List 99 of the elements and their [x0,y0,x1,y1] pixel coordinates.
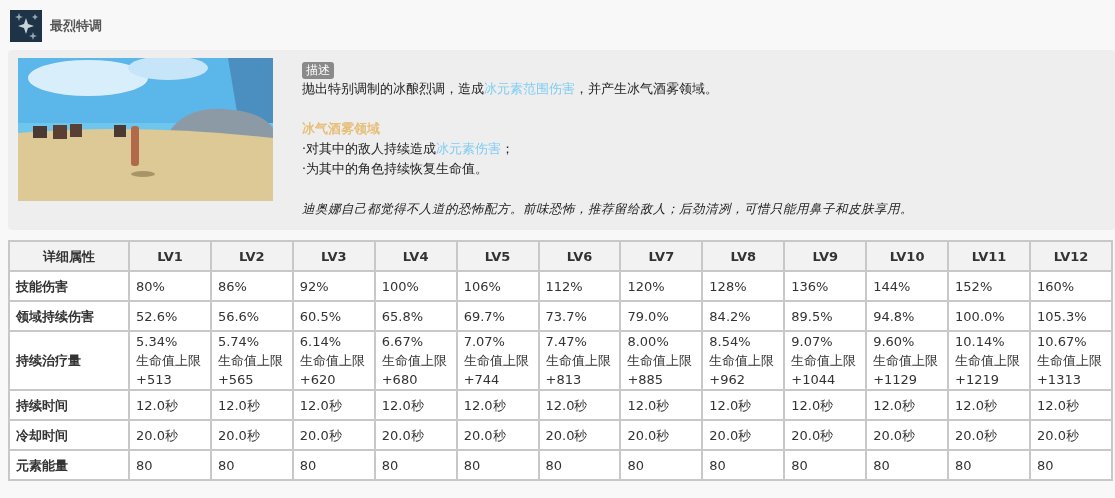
table-cell: 106% [456,271,539,301]
table-cell: 20.0秒 [784,420,867,450]
table-cell: 65.8% [374,301,457,331]
column-header: LV6 [538,241,621,271]
table-cell: 80 [292,450,375,480]
column-header: LV11 [948,241,1030,271]
table-cell: 80 [456,450,539,480]
table-cell: 8.00% 生命值上限 +885 [620,331,703,390]
table-cell: 80 [948,450,1030,480]
column-header: LV12 [1029,241,1112,271]
table-cell: 144% [866,271,949,301]
table-cell: 86% [210,271,293,301]
row-label: 元素能量 [9,450,129,480]
section-heading: 冰气酒雾领域 [302,120,381,138]
table-cell: 60.5% [292,301,375,331]
table-cell: 7.47% 生命值上限 +813 [538,331,621,390]
table-cell: 10.14% 生命值上限 +1219 [948,331,1030,390]
description-line: ·为其中的角色持续恢复生命值。 [302,160,489,178]
table-cell: 120% [620,271,703,301]
table-cell: 9.60% 生命值上限 +1129 [866,331,949,390]
table-cell: 20.0秒 [620,420,703,450]
description-tag: 描述 [302,62,334,79]
table-cell: 69.7% [456,301,539,331]
table-cell: 12.0秒 [210,390,293,420]
table-cell: 80 [374,450,457,480]
column-header: LV1 [129,241,211,271]
table-cell: 160% [1029,271,1112,301]
table-cell: 12.0秒 [620,390,703,420]
table-cell: 10.67% 生命值上限 +1313 [1029,331,1112,390]
table-cell: 12.0秒 [784,390,867,420]
table-cell: 80 [129,450,211,480]
table-cell: 100% [374,271,457,301]
column-header: LV4 [374,241,457,271]
table-cell: 112% [538,271,621,301]
table-cell: 12.0秒 [866,390,949,420]
table-cell: 20.0秒 [948,420,1030,450]
table-cell: 7.07% 生命值上限 +744 [456,331,539,390]
table-cell: 5.74% 生命值上限 +565 [210,331,293,390]
table-cell: 84.2% [702,301,785,331]
column-header: 详细属性 [9,241,129,271]
table-cell: 73.7% [538,301,621,331]
table-cell: 152% [948,271,1030,301]
table-cell: 136% [784,271,867,301]
description-line: 抛出特别调制的冰酿烈调，造成冰元素范围伤害，并产生冰气酒雾领域。 [302,80,719,98]
table-cell: 100.0% [948,301,1030,331]
table-cell: 20.0秒 [866,420,949,450]
table-cell: 12.0秒 [129,390,211,420]
sparkle-icon [10,10,42,42]
row-label: 持续时间 [9,390,129,420]
column-header: LV3 [292,241,375,271]
table-cell: 80 [620,450,703,480]
table-cell: 20.0秒 [129,420,211,450]
column-header: LV2 [210,241,293,271]
table-cell: 20.0秒 [210,420,293,450]
column-header: LV8 [702,241,785,271]
column-header: LV9 [784,241,867,271]
table-cell: 20.0秒 [702,420,785,450]
table-cell: 5.34% 生命值上限 +513 [129,331,211,390]
table-cell: 9.07% 生命值上限 +1044 [784,331,867,390]
table-cell: 52.6% [129,301,211,331]
table-cell: 80 [866,450,949,480]
table-cell: 94.8% [866,301,949,331]
table-cell: 80 [702,450,785,480]
flavor-text: 迪奥娜自己都觉得不人道的恐怖配方。前味恐怖，推荐留给敌人；后劲清冽，可惜只能用鼻子和皮肤享用。 [302,200,913,218]
table-cell: 12.0秒 [1029,390,1112,420]
table-cell: 6.67% 生命值上限 +680 [374,331,457,390]
table-cell: 6.14% 生命值上限 +620 [292,331,375,390]
table-cell: 56.6% [210,301,293,331]
table-cell: 20.0秒 [292,420,375,450]
table-cell: 80 [1029,450,1112,480]
table-cell: 12.0秒 [374,390,457,420]
table-cell: 20.0秒 [374,420,457,450]
description-line: ·对其中的敌人持续造成冰元素伤害； [302,140,515,158]
table-cell: 12.0秒 [538,390,621,420]
table-cell: 80 [538,450,621,480]
column-header: LV10 [866,241,949,271]
table-cell: 20.0秒 [1029,420,1112,450]
table-cell: 105.3% [1029,301,1112,331]
table-cell: 12.0秒 [292,390,375,420]
column-header: LV5 [456,241,539,271]
table-cell: 8.54% 生命值上限 +962 [702,331,785,390]
table-cell: 80 [210,450,293,480]
table-cell: 128% [702,271,785,301]
table-cell: 12.0秒 [948,390,1030,420]
table-cell: 20.0秒 [538,420,621,450]
table-cell: 92% [292,271,375,301]
row-label: 技能伤害 [9,271,129,301]
row-label: 领域持续伤害 [9,301,129,331]
skill-title: 最烈特调 [50,17,102,35]
row-label: 冷却时间 [9,420,129,450]
table-cell: 80 [784,450,867,480]
column-header: LV7 [620,241,703,271]
table-cell: 89.5% [784,301,867,331]
table-cell: 20.0秒 [456,420,539,450]
table-cell: 12.0秒 [702,390,785,420]
table-cell: 12.0秒 [456,390,539,420]
table-cell: 80% [129,271,211,301]
table-cell: 79.0% [620,301,703,331]
row-label: 持续治疗量 [9,331,129,390]
